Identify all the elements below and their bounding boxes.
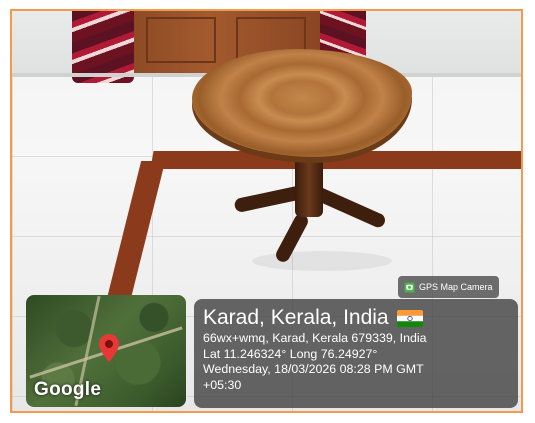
location-title: Karad, Kerala, India — [203, 306, 389, 329]
india-flag-icon — [396, 309, 423, 327]
map-pin-icon — [99, 334, 119, 362]
timezone-line: +05:30 — [203, 377, 242, 392]
table-shadow — [252, 251, 392, 271]
table-stem — [295, 157, 323, 217]
location-info-card: Karad, Kerala, India 66wx+wmq, Karad, Ke… — [194, 299, 518, 408]
address-line: 66wx+wmq, Karad, Kerala 679339, India — [203, 331, 427, 345]
google-logo: Google — [34, 379, 102, 400]
gps-map-camera-badge: GPS Map Camera — [398, 276, 499, 298]
coordinates-line: Lat 11.246324° Long 76.24927° — [203, 346, 378, 361]
door-panel-left — [146, 17, 216, 63]
gps-camera-icon — [404, 281, 415, 293]
map-thumbnail[interactable]: Google — [26, 295, 186, 407]
datetime-line: Wednesday, 18/03/2026 08:28 PM GMT — [203, 362, 424, 376]
badge-label: GPS Map Camera — [419, 282, 493, 292]
